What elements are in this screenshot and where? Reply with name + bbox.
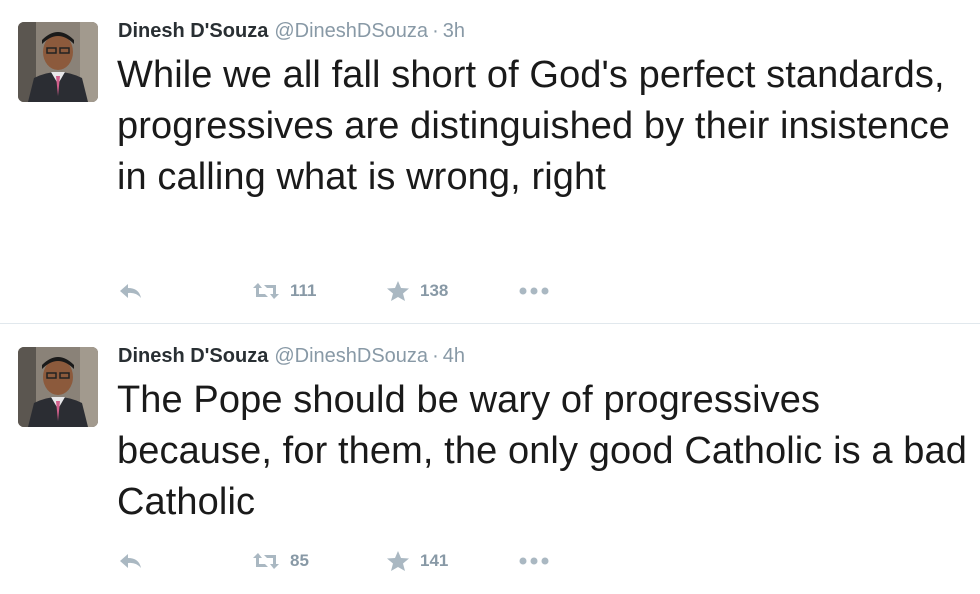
favorite-count: 141	[420, 551, 449, 570]
favorite-star-icon	[386, 280, 410, 302]
author-name[interactable]: Dinesh D'Souza	[118, 345, 268, 367]
author-handle[interactable]: @DineshDSouza	[274, 345, 428, 367]
reply-button[interactable]	[118, 281, 252, 301]
reply-button[interactable]	[118, 551, 252, 571]
tweet-text: While we all fall short of God's perfect…	[117, 54, 950, 198]
reply-icon	[118, 551, 144, 571]
avatar[interactable]	[18, 347, 98, 427]
tweet-actions: 111 138	[118, 276, 550, 306]
separator-dot: ·	[432, 345, 439, 367]
more-dots-icon	[518, 286, 550, 296]
tweet-actions: 85 141	[118, 546, 550, 576]
tweet-timestamp[interactable]: 3h	[443, 20, 465, 42]
favorite-count: 138	[420, 281, 449, 300]
avatar[interactable]	[18, 22, 98, 102]
more-options-button[interactable]	[518, 286, 550, 296]
favorite-star-icon	[386, 550, 410, 572]
favorite-button[interactable]: 138	[386, 280, 518, 302]
tweet: Dinesh D'Souza @DineshDSouza · 4h The Pope …	[0, 325, 980, 594]
retweet-button[interactable]: 111	[252, 281, 386, 301]
tweet-timestamp[interactable]: 4h	[443, 345, 465, 367]
retweet-count: 85	[290, 551, 309, 570]
retweet-button[interactable]: 85	[252, 551, 386, 571]
favorite-button[interactable]: 141	[386, 550, 518, 572]
retweet-count: 111	[290, 281, 317, 300]
tweet-header: Dinesh D'Souza @DineshDSouza · 4h	[118, 343, 465, 369]
retweet-icon	[252, 281, 280, 301]
author-handle[interactable]: @DineshDSouza	[274, 20, 428, 42]
reply-icon	[118, 281, 144, 301]
tweet-header: Dinesh D'Souza @DineshDSouza · 3h	[118, 18, 465, 44]
tweet: Dinesh D'Souza @DineshDSouza · 3h While we …	[0, 0, 980, 324]
tweet-text: The Pope should be wary of progressives …	[117, 379, 967, 523]
more-dots-icon	[518, 556, 550, 566]
more-options-button[interactable]	[518, 556, 550, 566]
separator-dot: ·	[432, 20, 439, 42]
author-name[interactable]: Dinesh D'Souza	[118, 20, 268, 42]
retweet-icon	[252, 551, 280, 571]
